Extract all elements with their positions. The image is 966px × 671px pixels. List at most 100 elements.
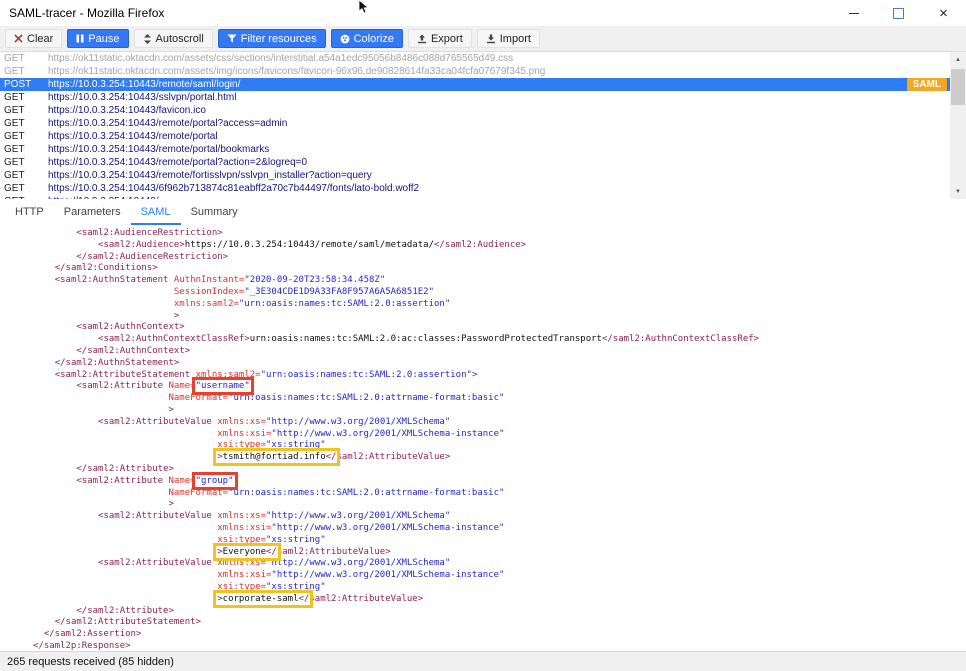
xml-line: </saml2:Attribute>: [33, 606, 966, 618]
import-button[interactable]: Import: [477, 29, 540, 48]
request-method: GET: [0, 105, 48, 116]
clear-button[interactable]: Clear: [5, 29, 62, 48]
request-list-scrollbar[interactable]: ▲ ▼: [950, 52, 966, 199]
request-row[interactable]: GEThttps://10.0.3.254:10443/favicon.ico: [0, 104, 950, 117]
scrollbar-thumb[interactable]: [951, 69, 965, 105]
request-method: GET: [0, 144, 48, 155]
toolbar-button-label: Colorize: [354, 33, 394, 45]
colorize-button[interactable]: Colorize: [331, 29, 403, 48]
xml-line: <saml2:AttributeStatement xmlns:saml2="u…: [33, 370, 966, 382]
request-method: GET: [0, 157, 48, 168]
xml-line: <saml2:Attribute Name="username": [33, 381, 966, 393]
xml-line: xsi:type="xs:string": [33, 582, 966, 594]
mouse-cursor-icon: [358, 0, 370, 19]
xml-line: xmlns:xsi="http://www.w3.org/2001/XMLSch…: [33, 523, 966, 535]
request-row[interactable]: POSThttps://10.0.3.254:10443/remote/saml…: [0, 78, 950, 91]
xml-line: >: [33, 311, 966, 323]
request-url: https://10.0.3.254:10443/remote/fortissl…: [48, 170, 372, 181]
xml-line: NameFormat="urn:oasis:names:tc:SAML:2.0:…: [33, 393, 966, 405]
status-bar: 265 requests received (85 hidden): [0, 651, 966, 671]
xml-line: </saml2:Assertion>: [33, 629, 966, 641]
request-row[interactable]: GEThttps://10.0.3.254:10443/remote/porta…: [0, 117, 950, 130]
xml-line: >: [33, 405, 966, 417]
tab-parameters[interactable]: Parameters: [54, 199, 131, 225]
request-row[interactable]: GEThttps://10.0.3.254:10443/sslvpn/porta…: [0, 91, 950, 104]
request-row[interactable]: GEThttps://10.0.3.254:10443/remote/porta…: [0, 130, 950, 143]
xml-line: <saml2:AuthnContext>: [33, 322, 966, 334]
filter-icon: [227, 34, 237, 43]
pause-button[interactable]: Pause: [67, 29, 128, 48]
yellow-highlight-box: >tsmith@fortiad.info</: [217, 452, 336, 462]
yellow-highlight-box: >corporate-saml</: [217, 594, 309, 604]
xml-line: </saml2:Attribute>: [33, 464, 966, 476]
saml-badge: SAML: [907, 78, 947, 91]
saml-xml-pane: <saml2:AudienceRestriction> <saml2:Audie…: [0, 225, 966, 656]
xml-line: xmlns:saml2="urn:oasis:names:tc:SAML:2.0…: [33, 299, 966, 311]
export-button[interactable]: Export: [408, 29, 472, 48]
red-highlight-box: "group": [196, 476, 234, 486]
request-method: GET: [0, 183, 48, 194]
request-rows: GEThttps://ok11static.oktacdn.com/assets…: [0, 52, 950, 199]
maximize-button[interactable]: [876, 0, 921, 26]
clear-icon: [14, 34, 23, 43]
request-url: https://10.0.3.254:10443/remote/saml/log…: [48, 79, 240, 90]
request-method: POST: [0, 79, 48, 90]
request-url: https://10.0.3.254:10443/6f962b713874c81…: [48, 183, 419, 194]
xml-line: >tsmith@fortiad.info</saml2:AttributeVal…: [33, 452, 966, 464]
xml-line: </saml2:AuthnStatement>: [33, 358, 966, 370]
xml-line: SessionIndex="_3E304CDE1D9A33FA8F957A6A5…: [33, 287, 966, 299]
xml-line: xmlns:xsi="http://www.w3.org/2001/XMLSch…: [33, 429, 966, 441]
request-url: https://10.0.3.254:10443/remote/portal/b…: [48, 144, 269, 155]
xml-line: <saml2:Attribute Name="group": [33, 476, 966, 488]
minimize-button[interactable]: [831, 0, 876, 26]
scroll-down-icon[interactable]: ▼: [950, 184, 966, 199]
toolbar-button-label: Import: [500, 33, 531, 45]
request-method: GET: [0, 53, 48, 64]
tab-http[interactable]: HTTP: [5, 199, 54, 225]
request-url: https://10.0.3.254:10443/: [48, 196, 159, 199]
toolbar: Clear Pause Autoscroll Filter resources Colo…: [0, 26, 966, 52]
request-url: https://ok11static.oktacdn.com/assets/cs…: [48, 53, 513, 64]
scroll-up-icon[interactable]: ▲: [950, 52, 966, 67]
filter-resources-button[interactable]: Filter resources: [218, 29, 326, 48]
request-row[interactable]: GEThttps://ok11static.oktacdn.com/assets…: [0, 52, 950, 65]
close-button[interactable]: ×: [921, 0, 966, 26]
request-url: https://10.0.3.254:10443/remote/portal?a…: [48, 157, 307, 168]
saml-tracer-window: SAML-tracer - Mozilla Firefox × Clear Pau…: [0, 0, 966, 656]
xml-line: <saml2:AttributeValue xmlns:xs="http://w…: [33, 417, 966, 429]
window-title: SAML-tracer - Mozilla Firefox: [0, 6, 831, 20]
request-method: GET: [0, 92, 48, 103]
request-row[interactable]: GEThttps://10.0.3.254:10443/remote/porta…: [0, 156, 950, 169]
request-method: GET: [0, 131, 48, 142]
toolbar-button-label: Pause: [88, 33, 119, 45]
xml-line: xsi:type="xs:string": [33, 440, 966, 452]
request-row[interactable]: GEThttps://10.0.3.254:10443/remote/porta…: [0, 143, 950, 156]
colorize-icon: [340, 34, 350, 44]
request-row[interactable]: GEThttps://10.0.3.254:10443/: [0, 195, 950, 199]
xml-line: <saml2:AuthnContextClassRef>urn:oasis:na…: [33, 334, 966, 346]
autoscroll-icon: [143, 34, 152, 44]
request-url: https://10.0.3.254:10443/favicon.ico: [48, 105, 206, 116]
request-url: https://ok11static.oktacdn.com/assets/im…: [48, 66, 545, 77]
xml-line: xmlns:xsi="http://www.w3.org/2001/XMLSch…: [33, 570, 966, 582]
request-row[interactable]: GEThttps://10.0.3.254:10443/remote/forti…: [0, 169, 950, 182]
minimize-icon: [849, 13, 859, 14]
red-highlight-box: "username": [196, 381, 250, 391]
toolbar-button-label: Clear: [27, 33, 53, 45]
xml-line: >: [33, 499, 966, 511]
tab-summary[interactable]: Summary: [181, 199, 248, 225]
autoscroll-button[interactable]: Autoscroll: [134, 29, 213, 48]
xml-line: <saml2:AttributeValue xmlns:xs="http://w…: [33, 558, 966, 570]
toolbar-button-label: Autoscroll: [156, 33, 204, 45]
status-text: 265 requests received (85 hidden): [7, 656, 174, 668]
xml-line: xsi:type="xs:string": [33, 535, 966, 547]
yellow-highlight-box: >Everyone</: [217, 547, 277, 557]
xml-line: >corporate-saml</saml2:AttributeValue>: [33, 594, 966, 606]
request-method: GET: [0, 196, 48, 199]
tab-bar: HTTPParametersSAMLSummary: [0, 199, 966, 225]
import-icon: [486, 34, 496, 44]
tab-saml[interactable]: SAML: [131, 199, 181, 225]
request-row[interactable]: GEThttps://10.0.3.254:10443/6f962b713874…: [0, 182, 950, 195]
request-row[interactable]: GEThttps://ok11static.oktacdn.com/assets…: [0, 65, 950, 78]
xml-line: <saml2:AuthnStatement AuthnInstant="2020…: [33, 275, 966, 287]
